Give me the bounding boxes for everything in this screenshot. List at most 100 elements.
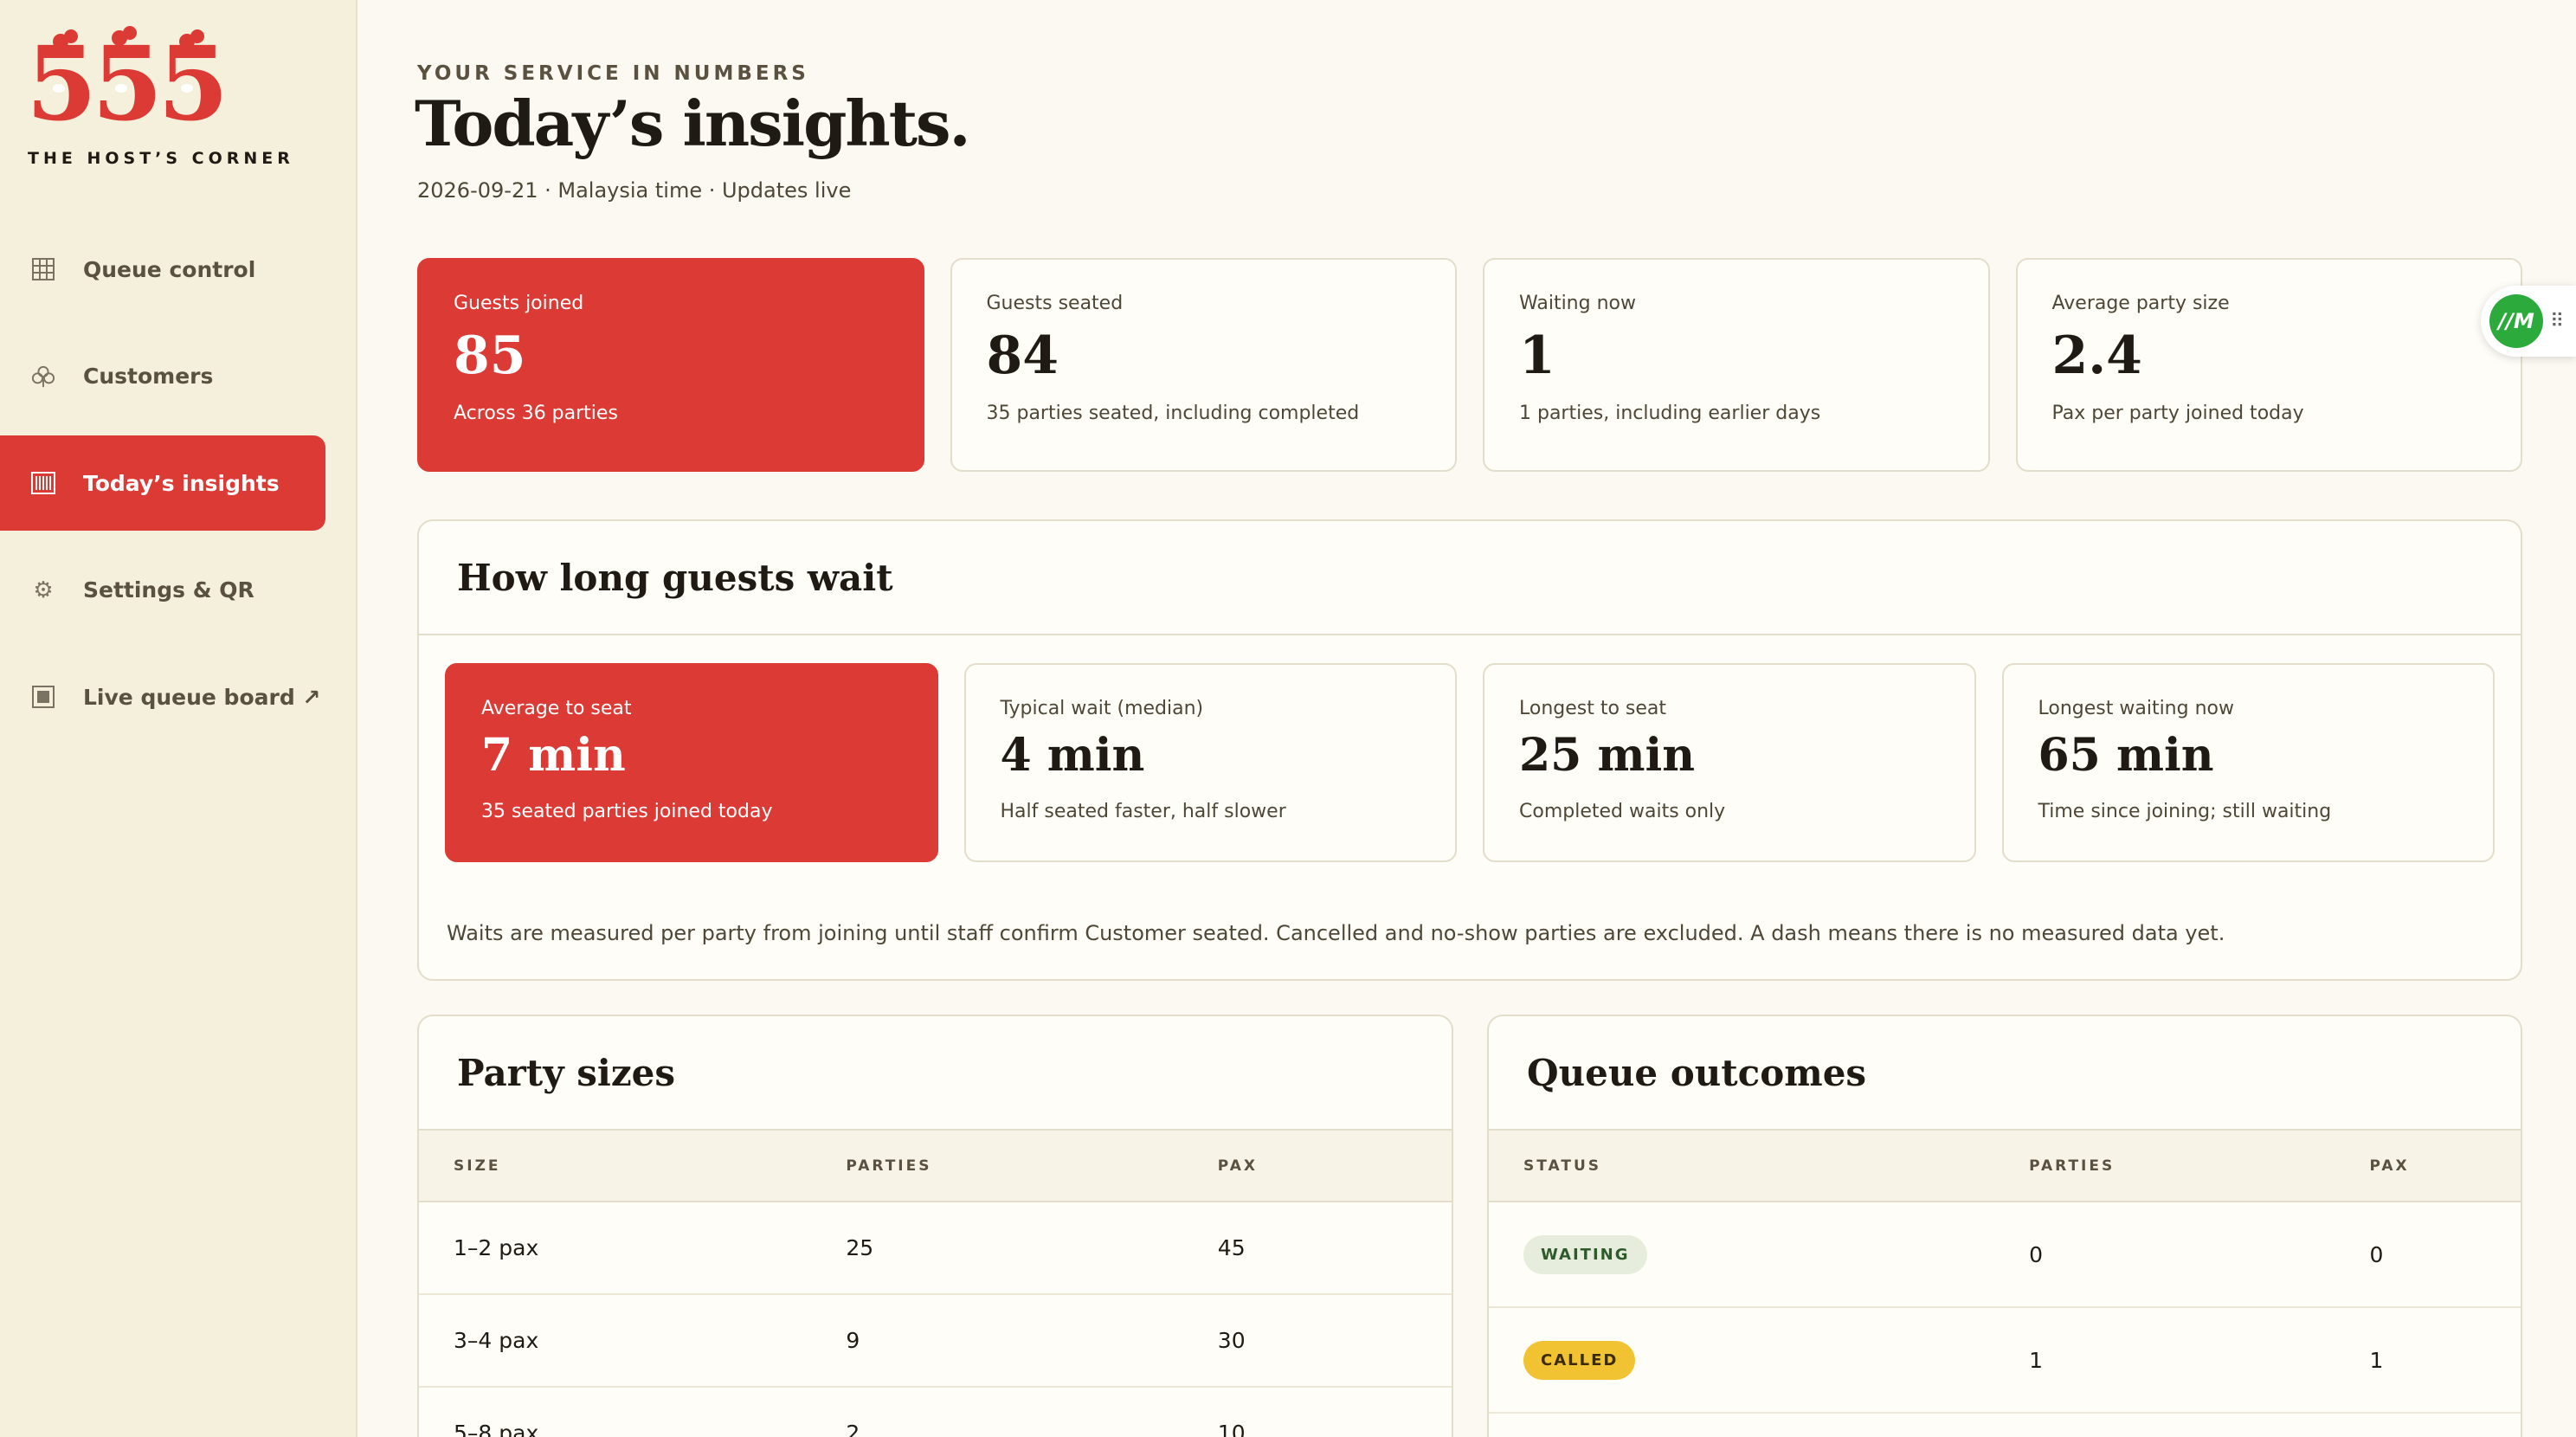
assistant-badge[interactable]: //M [2489,294,2543,348]
sidebar-item-label: Today’s insights [83,470,280,496]
stat-label: Waiting now [1519,293,1636,314]
wait-card-average: Average to seat 7 min 35 seated parties … [445,663,938,862]
table-cell: 2 [811,1387,1183,1437]
club-icon [31,364,55,389]
stat-note: 35 parties seated, including completed [986,403,1360,424]
stat-value: 85 [454,325,526,386]
panel-title: Queue outcomes [1527,1051,1867,1094]
stat-value: 7 min [481,729,626,782]
panel-header: Queue outcomes [1489,1016,2521,1131]
stat-label: Typical wait (median) [1000,698,1204,719]
page-eyebrow: YOUR SERVICE IN NUMBERS [417,62,809,85]
barcode-icon [31,471,55,495]
brand-caption: THE HOST’S CORNER [28,149,294,168]
table-row: 5–8 pax 2 10 [419,1387,1452,1437]
sidebar-item-label: Customers [83,364,214,389]
table-cell: 5–8 pax [419,1387,812,1437]
sidebar-item-live-queue-board[interactable]: Live queue board ↗ [0,649,325,744]
party-sizes-table: SIZE PARTIES PAX 1–2 pax 25 45 3–4 pax 9… [419,1131,1452,1437]
column-header: STATUS [1489,1131,1995,1202]
stat-value: 25 min [1519,729,1696,782]
brand-logo[interactable]: 555 [26,17,225,126]
grid-icon [31,257,55,281]
party-sizes-panel: Party sizes SIZE PARTIES PAX 1–2 pax 25 … [417,1015,1453,1437]
table-header-row: STATUS PARTIES PAX [1489,1131,2521,1202]
panel-header: Party sizes [419,1016,1452,1131]
page-title: Today’s insights. [415,87,971,160]
wait-card-longest-waiting: Longest waiting now 65 min Time since jo… [2001,663,2495,862]
table-header-row: SIZE PARTIES PAX [419,1131,1452,1202]
stat-card-guests-joined: Guests joined 85 Across 36 parties [417,258,924,472]
wait-footnote: Waits are measured per party from joinin… [447,921,2225,945]
status-badge: CALLED [1523,1340,1636,1380]
panel-title: How long guests wait [457,556,893,599]
sidebar-item-queue-control[interactable]: Queue control [0,222,325,317]
stat-value: 4 min [1000,729,1145,782]
column-header: PAX [1182,1131,1452,1202]
stat-label: Average party size [2051,293,2230,314]
column-header: PAX [2334,1131,2521,1202]
table-row: CALLED 1 1 [1489,1307,2521,1414]
stat-note: Completed waits only [1519,801,1726,822]
table-cell: 10 [1182,1387,1452,1437]
table-row: 3–4 pax 9 30 [419,1294,1452,1388]
table-cell: 1 [2334,1307,2521,1414]
column-header: SIZE [419,1131,812,1202]
table-row: WAITING 0 0 [1489,1202,2521,1308]
stat-label: Average to seat [481,698,632,719]
board-icon [31,685,55,709]
panel-header: How long guests wait [419,521,2521,635]
floating-assistant-widget[interactable]: //M ⠿ [2481,286,2576,357]
queue-outcomes-table: STATUS PARTIES PAX WAITING 0 0 CALLED 1 … [1489,1131,2521,1414]
main-content: YOUR SERVICE IN NUMBERS Today’s insights… [359,0,2576,1437]
sidebar-item-label: Queue control [83,256,256,282]
stat-note: Time since joining; still waiting [2038,801,2332,822]
wait-panel: How long guests wait Average to seat 7 m… [417,519,2522,981]
wait-cards: Average to seat 7 min 35 seated parties … [445,663,2495,862]
table-cell: 45 [1182,1202,1452,1295]
stat-note: Across 36 parties [454,403,618,424]
panel-title: Party sizes [457,1051,676,1094]
drag-grip-icon[interactable]: ⠿ [2550,311,2564,332]
stat-label: Longest waiting now [2038,698,2234,719]
sidebar-item-settings-qr[interactable]: ⚙ Settings & QR [0,543,325,638]
table-cell: WAITING [1489,1202,1995,1308]
stat-note: Pax per party joined today [2051,403,2304,424]
stat-note: 1 parties, including earlier days [1519,403,1821,424]
stat-value: 2.4 [2051,325,2142,386]
sidebar: 555 THE HOST’S CORNER Queue control Cust… [0,0,357,1437]
queue-outcomes-panel: Queue outcomes STATUS PARTIES PAX WAITIN… [1487,1015,2522,1437]
table-cell: 30 [1182,1294,1452,1388]
table-cell: 1–2 pax [419,1202,812,1295]
table-cell: 0 [1994,1202,2335,1308]
wait-card-longest-seat: Longest to seat 25 min Completed waits o… [1483,663,1976,862]
column-header: PARTIES [1994,1131,2335,1202]
sidebar-item-label: Live queue board ↗ [83,684,321,710]
stat-value: 65 min [2038,729,2214,782]
stat-card-guests-seated: Guests seated 84 35 parties seated, incl… [950,258,1457,472]
table-cell: 1 [1994,1307,2335,1414]
table-cell: 25 [811,1202,1183,1295]
sidebar-nav: Queue control Customers Today’s insights… [0,222,357,757]
sidebar-item-label: Settings & QR [83,577,254,603]
table-row: 1–2 pax 25 45 [419,1202,1452,1295]
stat-label: Guests joined [454,293,584,314]
status-badge: WAITING [1523,1234,1647,1274]
column-header: PARTIES [811,1131,1183,1202]
stat-value: 84 [986,325,1059,386]
table-cell: 0 [2334,1202,2521,1308]
stat-note: 35 seated parties joined today [481,801,773,822]
stat-card-waiting-now: Waiting now 1 1 parties, including earli… [1483,258,1990,472]
table-cell: 9 [811,1294,1183,1388]
gear-icon: ⚙ [33,577,54,603]
table-cell: CALLED [1489,1307,1995,1414]
stat-label: Longest to seat [1519,698,1667,719]
sidebar-item-customers[interactable]: Customers [0,329,325,424]
stat-value: 1 [1519,325,1555,386]
table-cell: 3–4 pax [419,1294,812,1388]
sidebar-item-todays-insights[interactable]: Today’s insights [0,435,325,531]
page-subtitle: 2026-09-21 · Malaysia time · Updates liv… [417,178,852,203]
stat-cards: Guests joined 85 Across 36 parties Guest… [417,258,2522,472]
stat-note: Half seated faster, half slower [1000,801,1286,822]
stat-card-average-party-size: Average party size 2.4 Pax per party joi… [2015,258,2522,472]
